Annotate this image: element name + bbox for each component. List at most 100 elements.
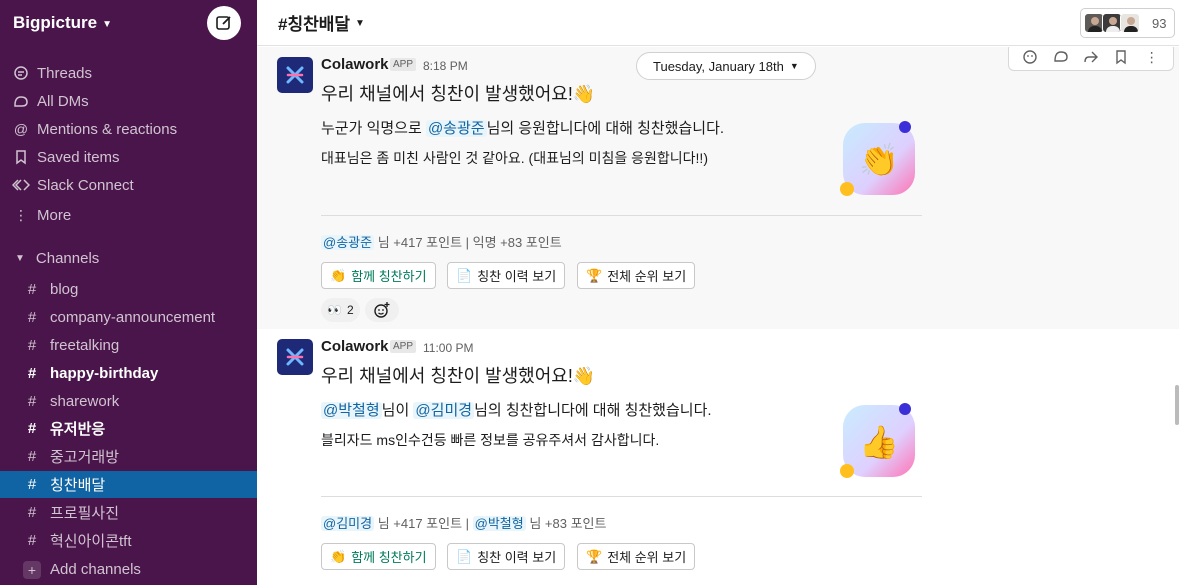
add-reaction-button[interactable]: [365, 298, 399, 322]
sidebar-channel-praise-delivery[interactable]: # 칭찬배달: [0, 471, 257, 498]
reaction-count: 2: [346, 303, 354, 317]
members-button[interactable]: 93: [1080, 8, 1175, 38]
sidebar-channel-used-market[interactable]: # 중고거래방: [0, 443, 257, 470]
nav-threads[interactable]: Threads: [0, 60, 257, 86]
user-mention[interactable]: @송광준: [321, 235, 375, 250]
avatar: [1102, 13, 1122, 33]
sidebar-channel-company-announcement[interactable]: # company-announcement: [0, 304, 257, 331]
button-label: 칭찬 이력 보기: [477, 269, 557, 284]
hash-icon: #: [27, 476, 37, 493]
praise-clap-graphic: 👏: [837, 117, 922, 202]
text: 님 +417 포인트 | 익명 +83 포인트: [374, 235, 562, 250]
divider: [321, 215, 922, 216]
colawork-avatar[interactable]: [277, 57, 313, 93]
dms-icon: [12, 93, 30, 109]
sidebar-channel-freetalking[interactable]: # freetalking: [0, 332, 257, 359]
user-mention[interactable]: @송광준: [425, 120, 487, 137]
add-reaction-icon[interactable]: [1021, 48, 1039, 66]
hash-icon: #: [27, 365, 37, 382]
sidebar-channel-innovation-tft[interactable]: # 혁신아이콘tft: [0, 527, 257, 554]
hash-icon: #: [27, 532, 37, 549]
button-label: 함께 칭찬하기: [351, 269, 427, 284]
ranking-button[interactable]: 🏆 전체 순위 보기: [577, 262, 696, 289]
text: 님 +417 포인트 |: [374, 516, 473, 531]
sidebar-channel-user-reaction[interactable]: # 유저반응: [0, 415, 257, 442]
message-headline: 우리 채널에서 칭찬이 발생했어요!👋: [321, 84, 596, 104]
message-line: 누군가 익명으로 @송광준 님의 응원합니다에 대해 칭찬했습니다.: [321, 117, 724, 138]
bookmark-icon[interactable]: [1112, 48, 1130, 66]
mention-icon: @: [13, 121, 29, 137]
channel-name: 유저반응: [50, 421, 106, 438]
thumbs-up-emoji: 👍: [859, 424, 899, 460]
share-icon[interactable]: [1082, 48, 1100, 66]
workspace-name[interactable]: Bigpicture: [13, 13, 97, 33]
message[interactable]: Colawork APP 8:18 PM 우리 채널에서 칭찬이 발생했어요!👋…: [257, 47, 1179, 329]
colawork-logo-icon: [286, 66, 304, 84]
hash-icon: #: [27, 393, 37, 410]
sidebar-channel-sharework[interactable]: # sharework: [0, 388, 257, 415]
compose-button[interactable]: [207, 6, 241, 40]
hash-icon: #: [27, 448, 37, 465]
praise-together-button[interactable]: 👏 함께 칭찬하기: [321, 262, 436, 289]
channel-header: #칭찬배달 ▼ 93: [257, 0, 1179, 46]
channel-name: 혁신아이콘tft: [50, 533, 132, 550]
message[interactable]: Colawork APP 11:00 PM 우리 채널에서 칭찬이 발생했어요!…: [257, 329, 1179, 585]
sidebar-channel-profile-photo[interactable]: # 프로필사진: [0, 499, 257, 526]
reply-thread-icon[interactable]: [1052, 48, 1070, 66]
divider: [321, 496, 922, 497]
reaction-eyes[interactable]: 👀 2: [321, 298, 360, 322]
connect-icon: [12, 178, 30, 192]
add-channels-button[interactable]: + Add channels: [0, 556, 257, 583]
channel-name: 중고거래방: [50, 449, 120, 466]
caret-down-icon[interactable]: ▼: [15, 253, 25, 264]
nav-all-dms[interactable]: All DMs: [0, 88, 257, 114]
compose-icon[interactable]: [215, 14, 233, 32]
date-divider-button[interactable]: Tuesday, January 18th ▼: [636, 52, 816, 80]
app-badge: APP: [390, 340, 417, 353]
workspace-header[interactable]: Bigpicture ▼: [0, 0, 257, 46]
channel-name: sharework: [50, 393, 120, 410]
user-mention[interactable]: @김미경: [413, 402, 475, 419]
ranking-button[interactable]: 🏆 전체 순위 보기: [577, 543, 696, 570]
scrollbar[interactable]: [1175, 385, 1179, 425]
sidebar-channel-happy-birthday[interactable]: # happy-birthday: [0, 360, 257, 387]
nav-more[interactable]: ⋮ More: [0, 202, 257, 228]
user-mention[interactable]: @박철형: [472, 516, 526, 531]
points-summary: @김미경 님 +417 포인트 | @박철형 님 +83 포인트: [321, 513, 606, 532]
colawork-avatar[interactable]: [277, 339, 313, 375]
channel-title[interactable]: #칭찬배달: [278, 10, 350, 35]
sidebar-channel-blog[interactable]: # blog: [0, 276, 257, 303]
nav-mentions[interactable]: @ Mentions & reactions: [0, 116, 257, 142]
message-timestamp[interactable]: 11:00 PM: [423, 341, 473, 355]
hash-icon: #: [27, 420, 37, 437]
more-actions-icon[interactable]: ⋮: [1143, 48, 1161, 66]
text: 님의 칭찬합니다에 대해 칭찬했습니다.: [474, 402, 712, 419]
nav-label: Slack Connect: [37, 176, 134, 194]
message-timestamp[interactable]: 8:18 PM: [423, 59, 468, 73]
date-label: Tuesday, January 18th: [653, 58, 784, 74]
praise-together-button[interactable]: 👏 함께 칭찬하기: [321, 543, 436, 570]
sender-name[interactable]: Colawork: [321, 56, 389, 73]
message-body: 대표님은 좀 미친 사람인 것 같아요. (대표님의 미침을 응원합니다!!): [321, 150, 708, 166]
hash-icon: #: [27, 309, 37, 326]
channel-name: blog: [50, 281, 79, 298]
hash-icon: #: [27, 281, 37, 298]
colawork-logo-icon: [286, 348, 304, 366]
nav-saved-items[interactable]: Saved items: [0, 144, 257, 170]
sender-name[interactable]: Colawork: [321, 338, 389, 355]
nav-label: Threads: [37, 64, 93, 82]
button-label: 전체 순위 보기: [607, 269, 687, 284]
user-mention[interactable]: @김미경: [321, 516, 375, 531]
channel-name: freetalking: [50, 337, 120, 354]
button-label: 함께 칭찬하기: [351, 550, 427, 565]
praise-history-button[interactable]: 📄 칭찬 이력 보기: [447, 543, 566, 570]
nav-slack-connect[interactable]: Slack Connect: [0, 172, 257, 198]
chevron-down-icon[interactable]: ▼: [355, 18, 365, 29]
threads-icon: [12, 65, 30, 81]
praise-thumbs-graphic: 👍: [837, 399, 922, 484]
praise-history-button[interactable]: 📄 칭찬 이력 보기: [447, 262, 566, 289]
chevron-down-icon[interactable]: ▼: [102, 19, 112, 30]
user-mention[interactable]: @박철형: [321, 402, 382, 419]
add-channels-label: Add channels: [50, 561, 141, 578]
channels-section-header[interactable]: ▼ Channels: [0, 245, 99, 271]
